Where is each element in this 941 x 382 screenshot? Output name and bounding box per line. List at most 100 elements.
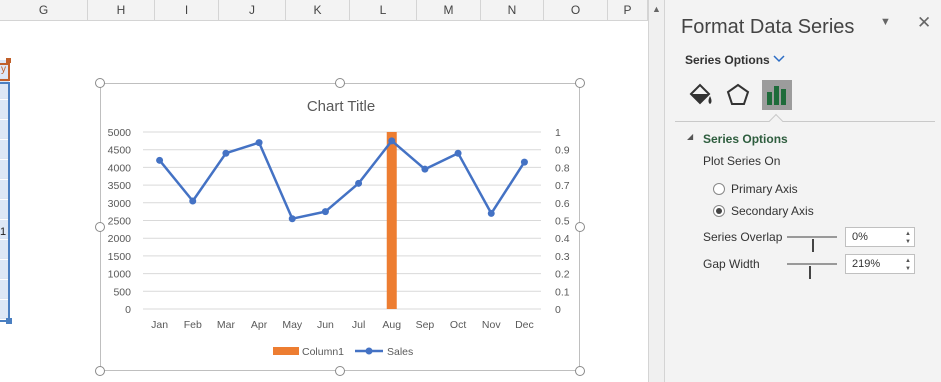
point-sales xyxy=(222,149,230,157)
secondary-axis-tick-label: 0.3 xyxy=(555,251,570,263)
selected-range-border xyxy=(0,82,10,322)
point-sales xyxy=(288,215,296,223)
resize-handle-bottom-left[interactable] xyxy=(95,366,105,376)
secondary-axis-tick-label: 0.1 xyxy=(555,286,570,298)
gap-width-row: Gap Width 219% ▲ ▼ xyxy=(703,254,939,279)
spin-down-icon[interactable]: ▼ xyxy=(905,266,911,272)
secondary-axis-tick-label: 0.6 xyxy=(555,198,570,210)
point-sales xyxy=(355,179,363,187)
secondary-axis-tick-label: 0.9 xyxy=(555,145,570,157)
range-handle-bottom[interactable] xyxy=(6,318,12,324)
left-header-cell[interactable]: y xyxy=(0,63,10,81)
series-options-dropdown[interactable]: Series Options xyxy=(685,53,770,67)
plot-series-on-label: Plot Series On xyxy=(703,154,781,168)
category-label: Feb xyxy=(184,319,202,331)
point-sales xyxy=(487,209,495,217)
gap-width-spinner[interactable]: 219% ▲ ▼ xyxy=(845,254,915,274)
left-cell-value: 1 xyxy=(0,226,7,238)
column-header-g[interactable]: G xyxy=(0,0,88,21)
point-sales xyxy=(454,149,462,157)
secondary-axis-tick-label: 1 xyxy=(555,127,561,139)
resize-handle-left[interactable] xyxy=(95,222,105,232)
bar-chart-icon[interactable] xyxy=(762,80,792,110)
gap-width-value[interactable]: 219% xyxy=(852,258,880,270)
legend-label-sales: Sales xyxy=(387,346,413,358)
format-data-series-pane: Format Data Series ▼ ✕ Series Options ◢ … xyxy=(664,0,941,382)
paint-bucket-icon[interactable] xyxy=(685,80,715,110)
column-header-j[interactable]: J xyxy=(219,0,286,21)
category-label: May xyxy=(282,319,303,331)
chart-canvas[interactable]: Chart Title 0 500 1000 1500 2000 2500 3000 3500 4… xyxy=(101,84,581,372)
primary-axis-tick-label: 4500 xyxy=(108,145,132,157)
scroll-up-icon[interactable]: ▲ xyxy=(652,5,661,14)
spreadsheet-grid[interactable]: GHIJKLMNOP y 1 Chart Title 0 500 1000 1500 20… xyxy=(0,0,648,382)
legend-label-column1: Column1 xyxy=(302,346,344,358)
resize-handle-bottom-right[interactable] xyxy=(575,366,585,376)
pentagon-icon[interactable] xyxy=(723,80,753,110)
primary-axis-tick-label: 2000 xyxy=(108,233,132,245)
secondary-axis-label: Secondary Axis xyxy=(731,204,814,218)
primary-axis-tick-label: 4000 xyxy=(108,162,132,174)
close-icon[interactable]: ✕ xyxy=(917,13,931,33)
spin-up-icon[interactable]: ▲ xyxy=(905,231,911,237)
secondary-axis-tick-label: 0.4 xyxy=(555,233,570,245)
column-header-n[interactable]: N xyxy=(481,0,544,21)
column-header-i[interactable]: I xyxy=(155,0,219,21)
category-label: Oct xyxy=(450,319,466,331)
series-overlap-spinner[interactable]: 0% ▲ ▼ xyxy=(845,227,915,247)
vertical-scrollbar[interactable]: ▲ xyxy=(648,0,664,382)
line-series-sales xyxy=(158,139,526,220)
column-headers: GHIJKLMNOP xyxy=(0,0,648,21)
resize-handle-top-left[interactable] xyxy=(95,78,105,88)
category-label: Sep xyxy=(416,319,435,331)
chart-title: Chart Title xyxy=(307,98,375,115)
slider-thumb[interactable] xyxy=(809,266,811,279)
resize-handle-top-right[interactable] xyxy=(575,78,585,88)
category-label: Dec xyxy=(515,319,534,331)
series-overlap-value[interactable]: 0% xyxy=(852,231,868,243)
primary-axis-tick-label: 2500 xyxy=(108,216,132,228)
point-sales xyxy=(520,158,528,166)
primary-axis-tick-label: 3000 xyxy=(108,198,132,210)
series-overlap-row: Series Overlap 0% ▲ ▼ xyxy=(703,227,939,252)
chevron-down-icon[interactable] xyxy=(773,52,785,66)
column-header-p[interactable]: P xyxy=(608,0,648,21)
secondary-axis-tick-label: 0.2 xyxy=(555,269,570,281)
category-label: Aug xyxy=(382,319,401,331)
column-header-h[interactable]: H xyxy=(88,0,155,21)
series-overlap-label: Series Overlap xyxy=(703,230,783,244)
point-sales xyxy=(255,139,263,147)
column-header-l[interactable]: L xyxy=(350,0,417,21)
primary-axis-tick-label: 1500 xyxy=(108,251,132,263)
active-tab-pointer xyxy=(768,113,784,129)
left-header-text: y xyxy=(1,64,6,75)
resize-handle-right[interactable] xyxy=(575,222,585,232)
spin-down-icon[interactable]: ▼ xyxy=(905,239,911,245)
bar-column1 xyxy=(386,132,397,309)
divider xyxy=(675,121,935,122)
gap-width-slider[interactable] xyxy=(787,263,837,279)
column-header-o[interactable]: O xyxy=(544,0,608,21)
radio-button[interactable] xyxy=(713,205,725,217)
spin-up-icon[interactable]: ▲ xyxy=(905,258,911,264)
point-sales xyxy=(156,156,164,164)
primary-axis-tick-label: 500 xyxy=(113,286,131,298)
point-sales xyxy=(421,165,429,173)
category-label: Apr xyxy=(251,319,268,331)
gap-width-label: Gap Width xyxy=(703,257,760,271)
range-handle-top[interactable] xyxy=(6,58,11,63)
slider-thumb[interactable] xyxy=(812,239,814,252)
column-header-k[interactable]: K xyxy=(286,0,350,21)
series-overlap-slider[interactable] xyxy=(787,236,837,252)
chart-area[interactable]: Chart Title 0 500 1000 1500 2000 2500 3000 3500 4… xyxy=(100,83,580,371)
primary-axis-label: Primary Axis xyxy=(731,182,798,196)
primary-axis-tick-label: 1000 xyxy=(108,269,132,281)
secondary-axis-tick-label: 0.7 xyxy=(555,180,570,192)
resize-handle-top[interactable] xyxy=(335,78,345,88)
collapse-caret-icon[interactable]: ◢ xyxy=(687,132,693,141)
radio-button[interactable] xyxy=(713,183,725,195)
column-header-m[interactable]: M xyxy=(417,0,481,21)
chevron-down-icon[interactable]: ▼ xyxy=(880,16,891,28)
resize-handle-bottom[interactable] xyxy=(335,366,345,376)
section-title[interactable]: Series Options xyxy=(703,132,788,146)
